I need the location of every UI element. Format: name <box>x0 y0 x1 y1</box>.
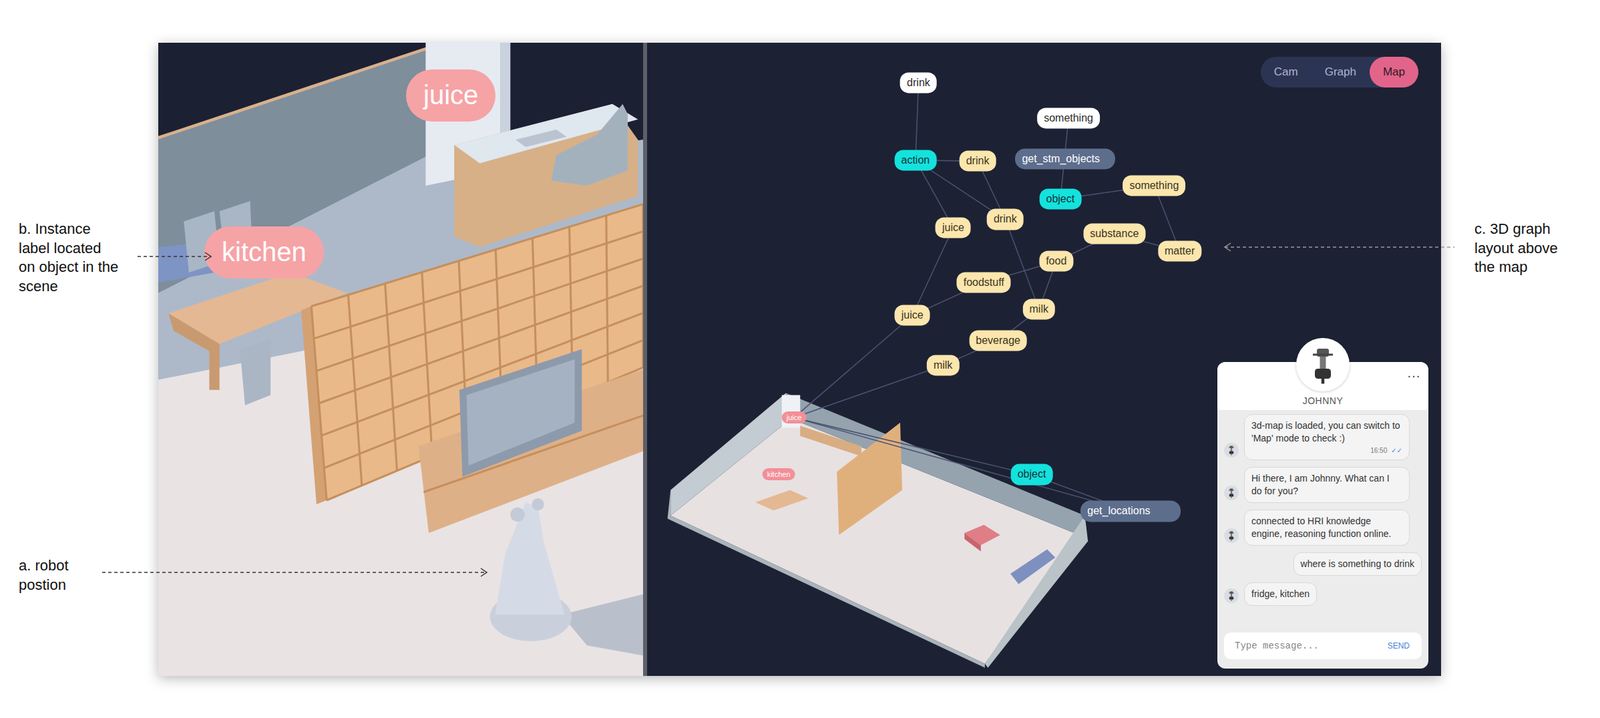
bot-avatar <box>1296 337 1350 392</box>
graph-node[interactable]: action <box>894 149 937 171</box>
graph-node[interactable]: object <box>1011 464 1054 485</box>
callout-arrow-icon <box>102 567 487 577</box>
robot-icon <box>1226 444 1237 456</box>
chat-panel: JOHNNY ··· 3d-map is loaded, you can switc… <box>1217 361 1429 669</box>
annotations: b. Instance label located on object in t… <box>0 0 1600 718</box>
graph-node[interactable]: something <box>1037 107 1100 129</box>
robot-icon <box>1226 530 1237 541</box>
graph-edge <box>915 82 919 161</box>
bot-avatar <box>1224 485 1239 501</box>
robot-icon <box>1226 590 1237 602</box>
map-link <box>793 315 913 418</box>
chat-menu[interactable]: ··· <box>1407 368 1421 382</box>
graph-node[interactable]: milk <box>1023 298 1056 320</box>
read-ticks: ✓✓ <box>1390 446 1403 456</box>
robot-icon <box>1226 487 1237 499</box>
message-row: where is something to drink <box>1224 552 1422 576</box>
graph-node[interactable]: something <box>1122 174 1186 196</box>
message-list: 3d-map is loaded, you can switch to 'Map… <box>1217 410 1429 625</box>
graph-node[interactable]: drink <box>986 209 1024 230</box>
map-link <box>793 417 1032 475</box>
graph-node[interactable]: juice <box>935 217 971 238</box>
annotation-text: c. 3D graph layout above the map <box>1474 219 1575 278</box>
view-tab[interactable]: Graph <box>1311 56 1370 88</box>
view-tabs: CamGraphMap <box>1260 56 1419 88</box>
graph-node[interactable]: matter <box>1157 240 1202 262</box>
bot-avatar <box>1224 442 1239 458</box>
message-bubble: 3d-map is loaded, you can switch to 'Map… <box>1244 414 1410 461</box>
send-button[interactable]: SEND <box>1384 638 1413 654</box>
callout-arrow-icon <box>1224 242 1455 252</box>
graph-edge <box>1005 219 1039 310</box>
message-bubble: connected to HRI knowledge engine, reaso… <box>1244 509 1410 546</box>
message-row: fridge, kitchen <box>1224 582 1422 606</box>
graph-node[interactable]: drink <box>959 150 997 172</box>
robot-icon <box>1302 344 1343 385</box>
graph-node[interactable]: object <box>1039 188 1082 210</box>
instance-label[interactable]: kitchen <box>204 226 324 279</box>
graph-node[interactable]: beverage <box>968 330 1028 352</box>
map-link <box>793 417 1131 512</box>
map-label[interactable]: juice <box>781 411 807 424</box>
message-row: Hi there, I am Johnny. What can I do for… <box>1224 466 1422 503</box>
graph-edge <box>912 227 953 316</box>
bot-name: JOHNNY <box>1302 395 1344 407</box>
callout-arrow-icon <box>137 251 212 262</box>
graph-node[interactable]: substance <box>1083 223 1146 244</box>
chat-header: JOHNNY ··· <box>1217 361 1429 411</box>
figure: kitchen juice juice kitchen drink something ac… <box>0 0 1600 718</box>
graph-node[interactable]: juice <box>894 304 931 326</box>
graph-node[interactable]: drink <box>900 72 937 93</box>
message-input[interactable] <box>1233 639 1380 652</box>
annotation-text: b. Instance label located on object in t… <box>18 219 119 296</box>
message-meta: 16:50✓✓ <box>1251 446 1403 456</box>
message-bubble: where is something to drink <box>1293 552 1422 576</box>
message-bubble: fridge, kitchen <box>1244 582 1317 606</box>
view-tab[interactable]: Cam <box>1260 56 1312 88</box>
message-input-bar: SEND <box>1224 632 1422 660</box>
view-tab[interactable]: Map <box>1369 56 1419 88</box>
bot-avatar <box>1224 588 1239 604</box>
message-row: 3d-map is loaded, you can switch to 'Map… <box>1224 414 1422 461</box>
map-label[interactable]: kitchen <box>762 468 796 481</box>
graph-node[interactable]: foodstuff <box>956 271 1012 293</box>
graph-node[interactable]: get_locations <box>1080 500 1181 522</box>
graph-node[interactable]: get_stm_objects <box>1015 148 1116 170</box>
graph-node[interactable]: food <box>1039 250 1074 272</box>
scene-render[interactable] <box>158 42 644 676</box>
map-link <box>793 365 943 418</box>
map-view[interactable]: juice kitchen drink something action drink get… <box>647 42 1442 676</box>
scene-view[interactable]: kitchen juice <box>158 42 644 676</box>
instance-label[interactable]: juice <box>406 69 496 122</box>
message-bubble: Hi there, I am Johnny. What can I do for… <box>1244 466 1410 503</box>
graph-node[interactable]: milk <box>926 354 959 376</box>
annotation-text: a. robot postion <box>18 556 93 595</box>
message-row: connected to HRI knowledge engine, reaso… <box>1224 509 1422 546</box>
bot-avatar <box>1224 528 1239 543</box>
app-frame: kitchen juice juice kitchen drink something ac… <box>158 42 1442 676</box>
